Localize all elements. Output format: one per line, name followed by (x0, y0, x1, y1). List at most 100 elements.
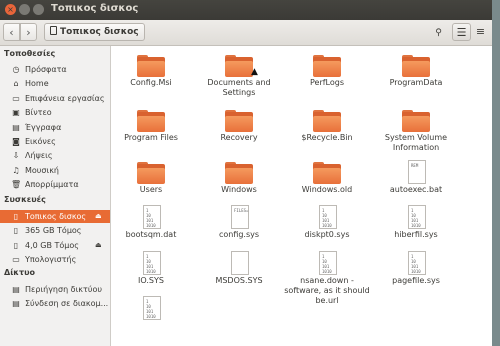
sidebar-item[interactable]: ♫ Μουσική (0, 164, 110, 177)
file-grid: Config.Msi Documents and Settings PerfLogs… (111, 46, 492, 346)
sidebar-section-title: Τοποθεσίες (4, 49, 56, 58)
file-name: Program Files (124, 133, 178, 142)
sidebar-item[interactable]: ◙ Εικόνες (0, 135, 110, 148)
file-item[interactable]: MSDOS.SYS (196, 250, 282, 296)
folder-icon (225, 162, 253, 184)
folder-item[interactable]: PerfLogs (284, 52, 370, 98)
file-preview-text: 1 10 101 1010 (146, 208, 156, 228)
sidebar-item-label: Μουσική (25, 165, 59, 175)
drive-icon: ▯ (13, 226, 19, 236)
file-name: diskpt0.sys (304, 230, 350, 239)
sidebar-item-label: Σύνδεση σε διακομ... (25, 299, 109, 309)
sidebar: Τοποθεσίες ◷ Πρόσφατα ⌂ Home ▭ Επιφάνεια εργασ… (0, 46, 111, 346)
folder-icon (313, 55, 341, 77)
usb-icon: ▯ (13, 240, 19, 250)
text-file-icon: 1 10 101 1010 (143, 296, 161, 320)
window-title: Τοπικος δισκος (51, 3, 139, 14)
maximize-button[interactable] (33, 4, 44, 15)
folder-item[interactable]: Documents and Settings (196, 52, 282, 98)
title-bar: × Τοπικος δισκος (0, 0, 492, 20)
file-item[interactable]: 1 10 101 1010 hiberfil.sys (373, 204, 459, 250)
sidebar-item-label: 365 GB Τόμος (25, 226, 82, 236)
text-file-icon: 1 10 101 1010 (319, 251, 337, 275)
folder-item[interactable]: Config.Msi (108, 52, 194, 98)
camera-icon: ◙ (12, 137, 20, 146)
file-item[interactable]: 1 10 101 1010 nsane.down - software, as i… (284, 250, 370, 305)
sidebar-item[interactable]: ▯ 4,0 GB Τόμος ⏏ (0, 239, 110, 252)
search-icon: ⚲ (435, 28, 442, 38)
folder-item[interactable]: Recovery (196, 107, 282, 153)
file-item[interactable]: 1 10 101 1010 bootsqm.dat (108, 204, 194, 250)
path-button[interactable]: Τοπικος δισκος (44, 23, 145, 41)
forward-button[interactable]: › (20, 23, 37, 41)
text-file-icon: REM (408, 160, 426, 184)
minimize-button[interactable] (19, 4, 30, 15)
folder-item[interactable]: Program Files (108, 107, 194, 153)
folder-item[interactable]: $Recycle.Bin (284, 107, 370, 153)
file-item[interactable]: 1 10 101 1010 diskpt0.sys (284, 204, 370, 250)
forward-icon: › (26, 26, 31, 39)
file-item[interactable]: FILES= config.sys (196, 204, 282, 250)
folder-item[interactable]: ProgramData (373, 52, 459, 98)
text-file-icon (231, 251, 249, 275)
file-name: $Recycle.Bin (301, 133, 353, 142)
sidebar-item-label: Επιφάνεια εργασίας (25, 93, 105, 103)
folder-icon (313, 110, 341, 132)
folder-item[interactable]: System Volume Information (373, 107, 459, 153)
sidebar-item[interactable]: 🗑 Απορρίμματα (0, 178, 110, 191)
file-name: Recovery (220, 133, 258, 142)
sidebar-item[interactable]: ▯ Τοπικος δισκος ⏏ (0, 210, 110, 223)
sidebar-item-label: Υπολογιστής (25, 255, 77, 265)
text-file-icon: 1 10 101 1010 (143, 205, 161, 229)
text-file-icon: 1 10 101 1010 (319, 205, 337, 229)
file-item[interactable]: REM autoexec.bat (373, 159, 459, 205)
sidebar-item-label: Έγγραφα (25, 122, 62, 132)
file-item[interactable]: 1 10 101 1010 (108, 295, 194, 341)
close-button[interactable]: × (5, 4, 16, 15)
sidebar-item[interactable]: ⌂ Home (0, 77, 110, 90)
file-name: MSDOS.SYS (215, 276, 263, 285)
file-name: autoexec.bat (389, 185, 443, 194)
sidebar-item-label: Περιήγηση δικτύου (25, 285, 102, 294)
folder-icon (137, 162, 165, 184)
sidebar-item[interactable]: ▯ 365 GB Τόμος (0, 224, 110, 237)
file-name: pagefile.sys (392, 276, 440, 285)
file-manager-window: × Τοπικος δισκος ‹ › Τοπικος δισκος ⚲ ☰ … (0, 0, 492, 346)
mouse-cursor-icon: ▲ (251, 67, 258, 77)
sidebar-item[interactable]: ◷ Πρόσφατα (0, 63, 110, 76)
file-preview-text: 1 10 101 1010 (322, 208, 332, 228)
sidebar-item[interactable]: ▭ Επιφάνεια εργασίας (0, 92, 110, 105)
sidebar-item[interactable]: ▣ Βίντεο (0, 106, 110, 119)
back-button[interactable]: ‹ (3, 23, 20, 41)
sidebar-item[interactable]: ▤ Έγγραφα (0, 121, 110, 134)
sidebar-item[interactable]: ▭ Υπολογιστής (0, 253, 110, 266)
folder-item[interactable]: Windows.old (284, 159, 370, 205)
eject-icon[interactable]: ⏏ (95, 210, 102, 223)
file-name: ProgramData (389, 78, 443, 87)
search-button[interactable]: ⚲ (429, 23, 448, 41)
sidebar-item-label: Τοπικος δισκος (25, 212, 87, 221)
sidebar-item[interactable]: ⇩ Λήψεις (0, 149, 110, 162)
drive-icon (50, 26, 57, 35)
sidebar-item-label: Home (25, 79, 49, 89)
drive-icon: ▯ (13, 212, 19, 221)
sidebar-item[interactable]: ▤ Περιήγηση δικτύου (0, 283, 110, 296)
sidebar-item[interactable]: ▤ Σύνδεση σε διακομ... (0, 297, 110, 310)
desktop-icon: ▭ (12, 93, 20, 103)
menu-button[interactable]: ≡ (471, 23, 490, 41)
music-icon: ♫ (12, 165, 20, 175)
server-icon: ▤ (12, 299, 20, 309)
text-file-icon: 1 10 101 1010 (408, 251, 426, 275)
folder-item[interactable]: Windows (196, 159, 282, 205)
file-preview-text: 1 10 101 1010 (411, 254, 421, 274)
text-file-icon: FILES= (231, 205, 249, 229)
file-preview-text: 1 10 101 1010 (411, 208, 421, 228)
view-toggle-button[interactable]: ☰ (452, 23, 471, 41)
file-preview-text: FILES= (234, 208, 249, 213)
file-item[interactable]: 1 10 101 1010 pagefile.sys (373, 250, 459, 296)
eject-icon[interactable]: ⏏ (95, 239, 102, 252)
file-name: IO.SYS (138, 276, 164, 285)
file-preview-text: 1 10 101 1010 (146, 254, 156, 274)
folder-item[interactable]: Users (108, 159, 194, 205)
file-item[interactable]: 1 10 101 1010 IO.SYS (108, 250, 194, 296)
